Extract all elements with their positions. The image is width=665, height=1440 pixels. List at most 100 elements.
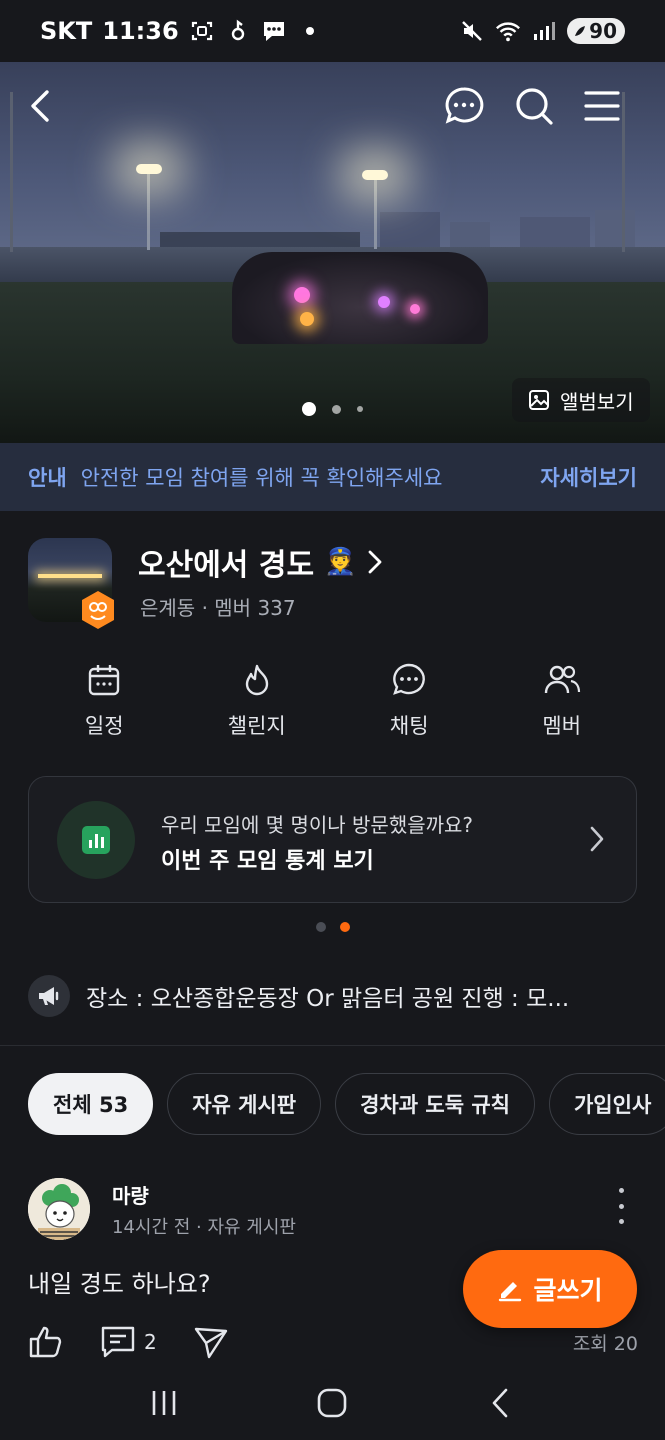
album-label: 앨범보기: [560, 389, 634, 414]
image-icon: [529, 390, 549, 410]
home-button[interactable]: [312, 1383, 352, 1423]
light-pole: [374, 177, 377, 249]
system-back-button[interactable]: [481, 1383, 521, 1423]
signal-icon: [531, 18, 557, 44]
post-meta: 14시간 전 · 자유 게시판: [112, 1217, 296, 1238]
comment-count: 2: [144, 1330, 157, 1354]
members-icon: [542, 660, 582, 700]
avatar[interactable]: [28, 1178, 90, 1240]
city-building: [595, 210, 635, 252]
write-post-button[interactable]: 글쓰기: [463, 1250, 637, 1328]
carousel-dot: [332, 404, 341, 414]
chevron-right-icon: [588, 825, 606, 857]
notice-tag: 안내: [28, 466, 67, 490]
chat-button[interactable]: [440, 82, 488, 130]
comment-icon: [101, 1326, 135, 1358]
stats-icon-circle: [57, 801, 135, 879]
club-title-link[interactable]: 오산에서 경도 👮: [138, 540, 384, 584]
message-icon: [261, 18, 287, 44]
section-divider: [0, 1045, 665, 1046]
search-button[interactable]: [510, 82, 558, 130]
chat-icon: [389, 660, 429, 700]
carousel-dot: [357, 406, 363, 412]
notification-app-icon: [225, 18, 251, 44]
card-pager: [0, 922, 665, 932]
quick-menu-label: 채팅: [389, 714, 429, 738]
pager-dot-active: [339, 922, 350, 932]
send-icon: [194, 1327, 227, 1359]
share-button[interactable]: [193, 1325, 229, 1359]
thumbnail-lights: [38, 574, 102, 578]
stats-question: 우리 모임에 몇 명이나 방문했을까요?: [161, 813, 474, 837]
quick-menu: 일정 챌린지 채팅 멤버: [28, 660, 638, 750]
quick-menu-label: 일정: [84, 714, 124, 738]
hamburger-menu-icon: [584, 91, 620, 121]
wifi-icon: [495, 18, 521, 44]
notice-message: 안전한 모임 참여를 위해 꼭 확인해주세요: [80, 466, 443, 490]
more-options-button[interactable]: [606, 1188, 636, 1224]
more-dot: [618, 1188, 624, 1193]
notice-banner[interactable]: 안내 안전한 모임 참여를 위해 꼭 확인해주세요 자세히보기: [0, 443, 665, 511]
stadium-light: [136, 164, 162, 174]
post-body[interactable]: 내일 경도 하나요?: [28, 1264, 211, 1299]
status-bar: SKT 11:36 90: [0, 0, 665, 62]
announcement-text: 장소 : 오산종합운동장 Or 맑음터 공원 진행 : 모...: [86, 986, 570, 1012]
battery-level: 90: [589, 19, 617, 43]
menu-button[interactable]: [578, 82, 626, 130]
dot-indicator-icon: [297, 18, 323, 44]
notice-more-link[interactable]: 자세히보기: [540, 462, 637, 492]
tab-free-board[interactable]: 자유 게시판: [167, 1073, 322, 1135]
more-dot: [618, 1203, 624, 1209]
club-members: 멤버 337: [214, 596, 296, 620]
tab-all[interactable]: 전체 53: [28, 1073, 154, 1135]
battery-indicator: 90: [567, 18, 625, 44]
search-icon: [516, 88, 553, 125]
club-header: 오산에서 경도 👮 은계동 · 멤버 337: [28, 538, 638, 629]
glowstick: [378, 296, 390, 308]
back-button[interactable]: [18, 82, 66, 130]
chat-bubble-icon: [445, 87, 484, 124]
light-pole: [147, 170, 150, 250]
post-author[interactable]: 마량: [112, 1180, 149, 1209]
flame-icon: [237, 660, 277, 700]
like-button[interactable]: [28, 1325, 64, 1359]
club-emoji: 👮: [324, 547, 357, 577]
carousel-dot-active: [302, 402, 316, 416]
comment-button[interactable]: 2: [100, 1325, 157, 1359]
club-name: 오산에서 경도: [138, 548, 315, 583]
tab-greetings[interactable]: 가입인사: [548, 1073, 665, 1135]
write-label: 글쓰기: [533, 1276, 603, 1305]
recent-apps-icon: [152, 1391, 176, 1415]
group-of-people: [232, 252, 488, 344]
clock: 11:36: [102, 17, 179, 45]
chevron-right-icon: [369, 550, 382, 574]
bar-chart-icon: [82, 826, 110, 854]
separator: ·: [201, 596, 208, 620]
mute-icon: [459, 18, 485, 44]
recent-apps-button[interactable]: [144, 1383, 184, 1423]
city-building: [380, 212, 440, 252]
stats-card[interactable]: 우리 모임에 몇 명이나 방문했을까요? 이번 주 모임 통계 보기: [28, 776, 637, 903]
back-arrow-icon: [492, 1388, 508, 1418]
chevron-left-icon: [31, 90, 49, 122]
board-tabs: 전체 53 자유 게시판 경차과 도둑 규칙 가입인사: [0, 1073, 665, 1135]
megaphone-icon: [28, 975, 70, 1017]
quick-menu-challenge[interactable]: 챌린지: [181, 660, 334, 750]
quick-menu-label: 챌린지: [227, 714, 286, 738]
thumbs-up-icon: [29, 1326, 62, 1358]
tab-rules[interactable]: 경차과 도둑 규칙: [335, 1073, 535, 1135]
post-actions: 2 조회 20: [28, 1322, 638, 1362]
calendar-icon: [84, 660, 124, 700]
glowstick: [410, 304, 420, 314]
hero-toolbar: [0, 62, 665, 158]
quick-menu-label: 멤버: [542, 714, 582, 738]
pager-dot: [315, 922, 326, 932]
announcement-row[interactable]: 장소 : 오산종합운동장 Or 맑음터 공원 진행 : 모...: [28, 975, 638, 1017]
quick-menu-schedule[interactable]: 일정: [28, 660, 181, 750]
quick-menu-chat[interactable]: 채팅: [333, 660, 486, 750]
screenshot-icon: [189, 18, 215, 44]
album-button[interactable]: 앨범보기: [512, 378, 650, 422]
glowstick: [294, 287, 310, 303]
stadium-light: [362, 170, 388, 180]
quick-menu-members[interactable]: 멤버: [486, 660, 639, 750]
